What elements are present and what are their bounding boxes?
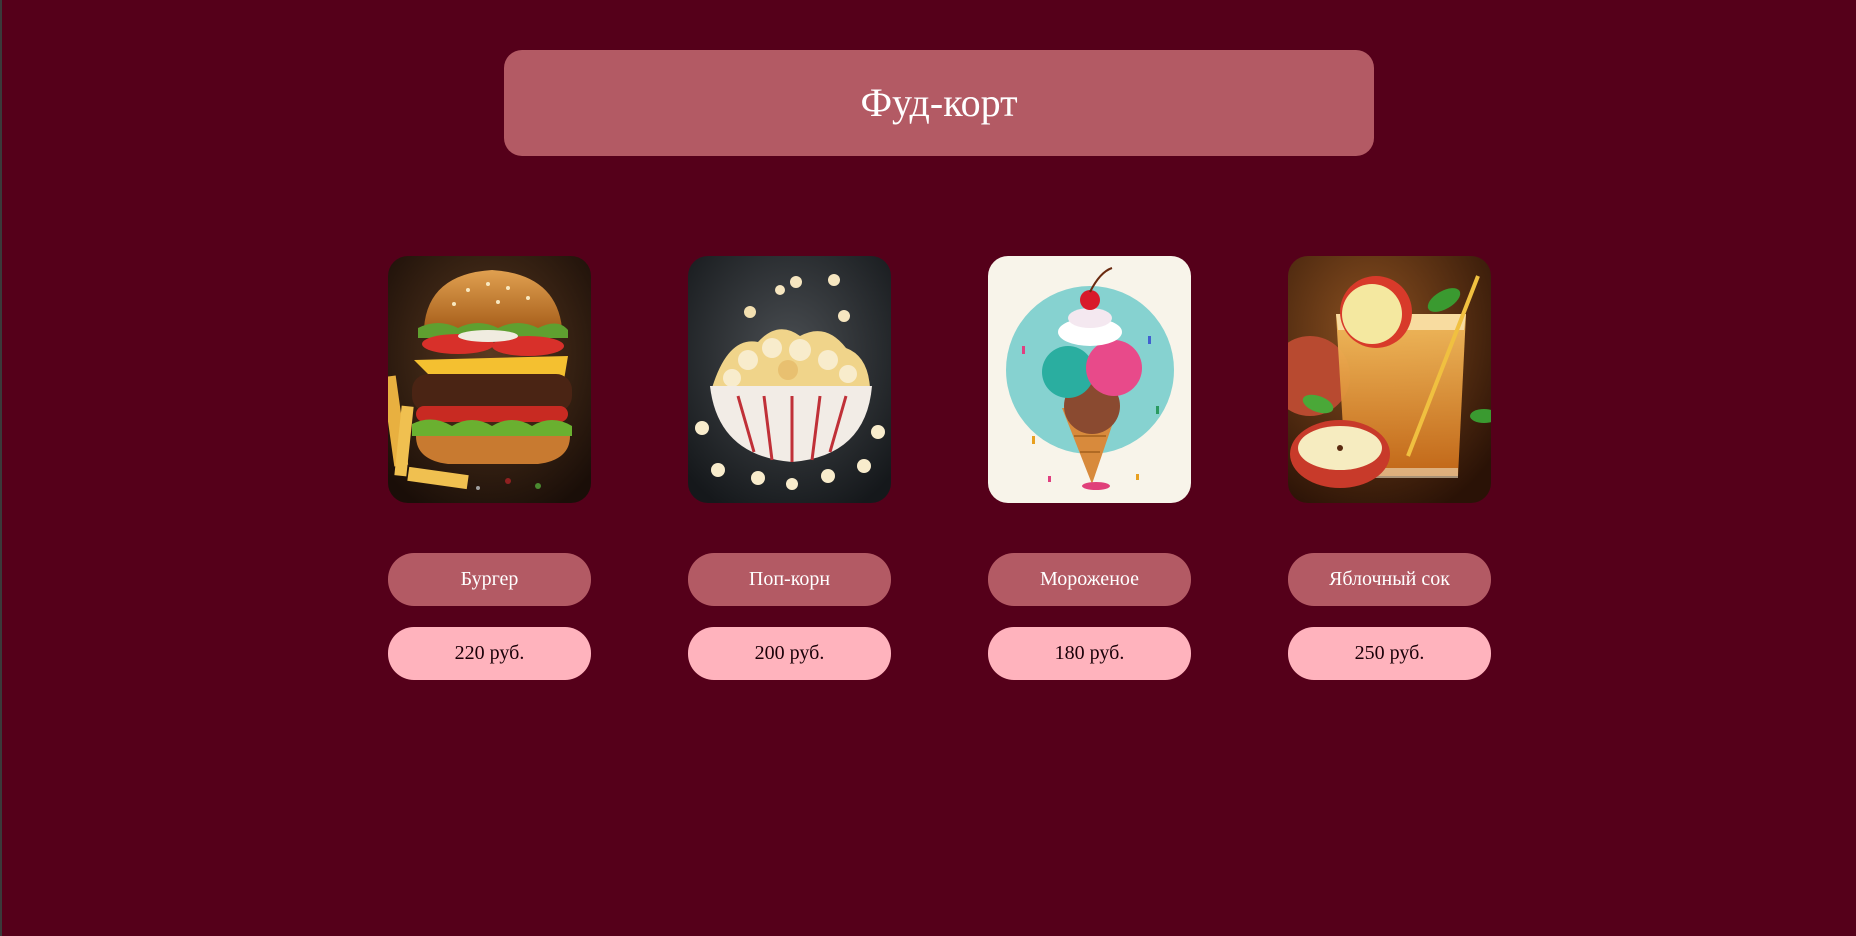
product-card-ice-cream: Мороженое 180 руб. xyxy=(988,256,1191,680)
page-header: Фуд-корт xyxy=(504,50,1374,156)
window-edge xyxy=(0,0,2,936)
product-price-button[interactable]: 250 руб. xyxy=(1288,627,1491,680)
product-card-apple-juice: Яблочный сок 250 руб. xyxy=(1288,256,1491,680)
ice-cream-photo xyxy=(988,256,1191,503)
product-name-button[interactable]: Бургер xyxy=(388,553,591,606)
product-card-burger: Бургер 220 руб. xyxy=(388,256,591,680)
product-name-button[interactable]: Мороженое xyxy=(988,553,1191,606)
popcorn-photo xyxy=(688,256,891,503)
product-name-button[interactable]: Поп-корн xyxy=(688,553,891,606)
product-price-button[interactable]: 200 руб. xyxy=(688,627,891,680)
product-name-button[interactable]: Яблочный сок xyxy=(1288,553,1491,606)
page-title: Фуд-корт xyxy=(860,80,1018,125)
apple-juice-photo xyxy=(1288,256,1491,503)
product-price-button[interactable]: 220 руб. xyxy=(388,627,591,680)
burger-photo xyxy=(388,256,591,503)
product-card-popcorn: Поп-корн 200 руб. xyxy=(688,256,891,680)
product-price-button[interactable]: 180 руб. xyxy=(988,627,1191,680)
